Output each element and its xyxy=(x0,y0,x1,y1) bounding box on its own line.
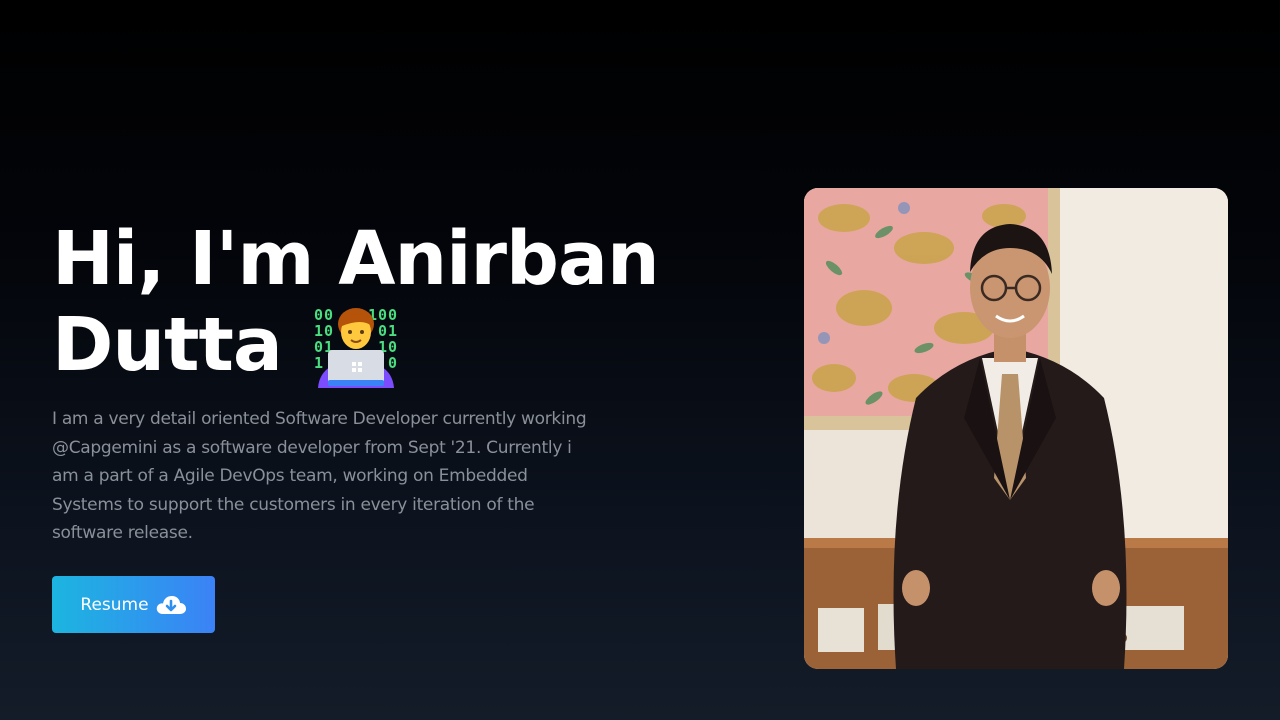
title-line-1: Hi, I'm Anirban xyxy=(52,216,660,302)
resume-button[interactable]: Resume xyxy=(52,576,215,633)
title-name-surname: Dutta xyxy=(52,302,283,388)
technologist-emoji-icon: 00100 1001 0110 10 xyxy=(312,302,400,388)
resume-button-label: Resume xyxy=(80,594,149,615)
hero-section: Hi, I'm Anirban Dutta 00100 1001 0110 10 xyxy=(0,0,1280,720)
cloud-download-icon xyxy=(155,593,187,617)
page-title: Hi, I'm Anirban Dutta 00100 1001 0110 10 xyxy=(52,216,660,388)
title-line-2: Dutta 00100 1001 0110 10 xyxy=(52,302,659,388)
svg-text:1: 1 xyxy=(314,354,323,372)
profile-photo xyxy=(804,188,1228,669)
intro-paragraph: I am a very detail oriented Software Dev… xyxy=(52,409,587,543)
svg-text:0: 0 xyxy=(388,354,397,372)
